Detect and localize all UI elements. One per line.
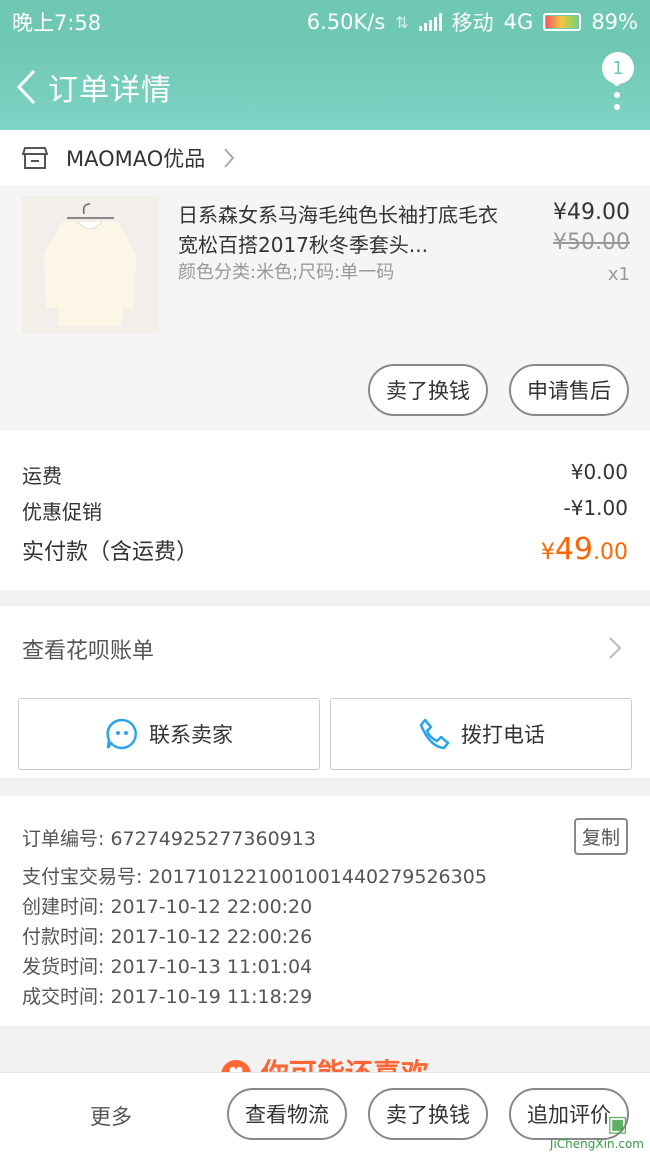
order-info: 订单编号: 67274925277360913 复制 支付宝交易号: 20171… <box>0 796 650 1026</box>
recommend-section: ♥ 你可能还喜欢 <box>0 1026 650 1074</box>
recommend-title: ♥ 你可能还喜欢 <box>0 1052 650 1074</box>
alipay-number: 支付宝交易号: 2017101221001001440279526305 <box>22 866 487 888</box>
completed-time: 成交时间: 2017-10-19 11:18:29 <box>22 986 313 1008</box>
data-transfer-icon: ⇅ <box>395 12 409 32</box>
sell-button[interactable]: 卖了换钱 <box>368 364 488 416</box>
status-time: 晚上7:58 <box>12 11 102 35</box>
shipping-value: ¥0.00 <box>570 460 628 484</box>
product-original-price: ¥50.00 <box>553 230 630 255</box>
discount-value: -¥1.00 <box>563 496 628 520</box>
fee-summary: 运费 ¥0.00 优惠促销 -¥1.00 实付款（含运费） ¥49.00 <box>0 430 650 590</box>
battery-icon <box>543 13 582 31</box>
sell-button-bottom[interactable]: 卖了换钱 <box>368 1088 488 1140</box>
carrier: 移动 <box>451 11 494 35</box>
signal-icon <box>418 13 442 31</box>
battery-level: 89% <box>591 10 638 34</box>
huabei-bill-row[interactable]: 查看花呗账单 <box>0 606 650 692</box>
call-button[interactable]: 拨打电话 <box>330 698 632 770</box>
contact-seller-label: 联系卖家 <box>149 723 233 747</box>
product-quantity: x1 <box>607 264 630 285</box>
back-icon[interactable] <box>4 44 48 130</box>
view-logistics-button[interactable]: 查看物流 <box>227 1088 347 1140</box>
product-name[interactable]: 日系森女系马海毛纯色长袖打底毛衣宽松百搭2017秋冬季套头... <box>178 200 508 260</box>
more-button[interactable]: 更多 <box>90 1101 132 1131</box>
product-card: 日系森女系马海毛纯色长袖打底毛衣宽松百搭2017秋冬季套头... 颜色分类:米色… <box>0 186 650 430</box>
shipping-label: 运费 <box>22 464 62 488</box>
paid-time: 付款时间: 2017-10-12 22:00:26 <box>22 926 313 948</box>
discount-row: 优惠促销 -¥1.00 <box>22 496 628 525</box>
shipped-time: 发货时间: 2017-10-13 11:01:04 <box>22 956 313 978</box>
huabei-label: 查看花呗账单 <box>22 639 155 664</box>
network-speed: 6.50K/s <box>306 10 386 34</box>
total-decimal: .00 <box>593 540 628 565</box>
total-integer: 49 <box>554 532 593 567</box>
call-label: 拨打电话 <box>461 723 545 747</box>
shop-row[interactable]: MAOMAO优品 <box>0 130 650 186</box>
order-number: 订单编号: 67274925277360913 <box>22 828 316 850</box>
app-bar: 订单详情 1 <box>0 44 650 130</box>
total-value: ¥49.00 <box>541 532 628 567</box>
product-spec: 颜色分类:米色;尺码:单一码 <box>178 262 395 283</box>
contact-area: 联系卖家 拨打电话 <box>0 692 650 778</box>
chevron-right-icon <box>223 147 235 169</box>
total-row: 实付款（含运费） ¥49.00 <box>22 532 628 567</box>
contact-seller-button[interactable]: 联系卖家 <box>18 698 320 770</box>
more-menu-icon[interactable] <box>614 80 620 116</box>
status-bar: 晚上7:58 6.50K/s ⇅ 移动 4G 89% <box>0 0 650 44</box>
shipping-row: 运费 ¥0.00 <box>22 460 628 489</box>
total-label: 实付款（含运费） <box>22 540 199 565</box>
copy-button[interactable]: 复制 <box>573 818 628 855</box>
network-type: 4G <box>503 10 534 34</box>
store-icon <box>22 146 48 170</box>
page-title: 订单详情 <box>48 73 172 108</box>
notification-badge: 1 <box>602 52 634 84</box>
after-sale-button[interactable]: 申请售后 <box>509 364 629 416</box>
total-currency: ¥ <box>540 540 555 565</box>
bottom-action-bar: 更多 查看物流 卖了换钱 追加评价 ▣ JiChengXin.com <box>0 1072 650 1155</box>
product-price: ¥49.00 <box>553 200 630 225</box>
chevron-right-icon <box>608 636 622 666</box>
watermark-text: JiChengXin.com <box>549 1137 644 1151</box>
shop-name: MAOMAO优品 <box>66 147 206 171</box>
status-right: 6.50K/s ⇅ 移动 4G 89% <box>307 7 638 37</box>
product-thumbnail[interactable] <box>22 196 159 333</box>
created-time: 创建时间: 2017-10-12 22:00:20 <box>22 896 313 918</box>
phone-icon <box>419 718 450 750</box>
discount-label: 优惠促销 <box>22 500 102 524</box>
chat-icon <box>106 718 137 750</box>
watermark-logo: ▣ <box>607 1112 628 1137</box>
